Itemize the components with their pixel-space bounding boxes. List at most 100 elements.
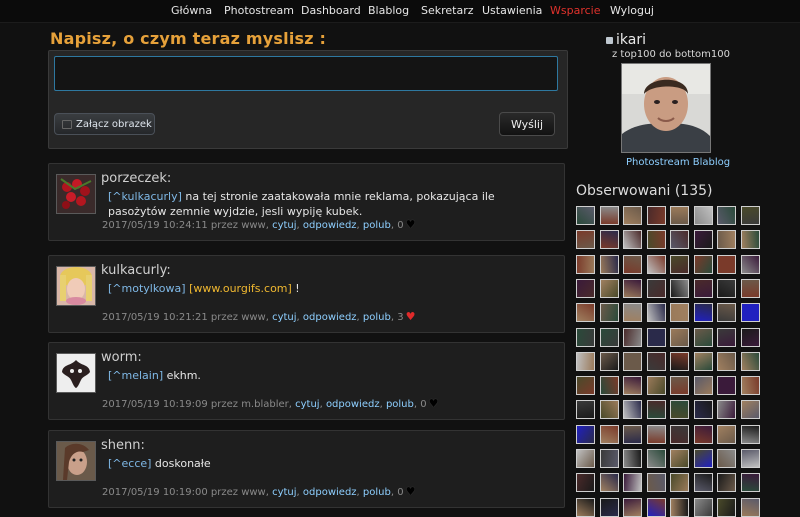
post-mention[interactable]: [^motylkowa] — [108, 282, 186, 295]
followed-user-avatar[interactable] — [599, 400, 619, 420]
nav-wsparcie[interactable]: Wsparcie — [550, 4, 600, 17]
followed-user-avatar[interactable] — [576, 424, 595, 444]
followed-user-avatar[interactable] — [646, 400, 666, 420]
followed-user-avatar[interactable] — [693, 376, 713, 396]
followed-user-avatar[interactable] — [599, 473, 619, 493]
followed-user-avatar[interactable] — [740, 303, 760, 323]
attach-image-button[interactable]: Załącz obrazek — [54, 113, 155, 135]
followed-user-avatar[interactable] — [599, 254, 619, 274]
post-mention[interactable]: [^kulkacurly] — [108, 190, 182, 203]
nav-glowna[interactable]: Główna — [171, 4, 212, 17]
followed-user-avatar[interactable] — [670, 327, 689, 347]
followed-user-avatar[interactable] — [646, 449, 666, 468]
followed-user-avatar[interactable] — [623, 351, 642, 371]
heart-icon[interactable]: ♥ — [406, 310, 416, 323]
followed-user-avatar[interactable] — [717, 351, 736, 371]
followed-user-avatar[interactable] — [623, 424, 642, 444]
post-author[interactable]: shenn: — [101, 438, 145, 453]
followed-user-avatar[interactable] — [693, 400, 713, 420]
followed-user-avatar[interactable] — [717, 254, 736, 274]
followed-user-avatar[interactable] — [717, 206, 736, 225]
followed-user-avatar[interactable] — [623, 303, 642, 323]
status-textarea[interactable] — [54, 56, 558, 91]
odpowiedz-link[interactable]: odpowiedz — [326, 399, 380, 410]
followed-user-avatar[interactable] — [693, 303, 713, 323]
followed-user-avatar[interactable] — [740, 206, 760, 225]
followed-user-avatar[interactable] — [599, 449, 619, 468]
followed-user-avatar[interactable] — [623, 376, 642, 396]
followed-user-avatar[interactable] — [576, 351, 595, 371]
followed-user-avatar[interactable] — [740, 230, 760, 250]
photostream-link[interactable]: Photostream — [626, 157, 690, 168]
cytuj-link[interactable]: cytuj — [272, 312, 296, 323]
followed-user-avatar[interactable] — [670, 449, 689, 468]
post-link[interactable]: [www.ourgifs.com] — [189, 282, 292, 295]
post-author[interactable]: porzeczek: — [101, 171, 171, 186]
followed-user-avatar[interactable] — [693, 351, 713, 371]
followed-user-avatar[interactable] — [740, 327, 760, 347]
followed-user-avatar[interactable] — [599, 206, 619, 225]
followed-user-avatar[interactable] — [646, 376, 666, 396]
heart-icon[interactable]: ♥ — [429, 397, 439, 410]
followed-user-avatar[interactable] — [623, 230, 642, 250]
cytuj-link[interactable]: cytuj — [295, 399, 319, 410]
followed-user-avatar[interactable] — [646, 351, 666, 371]
odpowiedz-link[interactable]: odpowiedz — [303, 220, 357, 231]
followed-user-avatar[interactable] — [740, 473, 760, 493]
followed-user-avatar[interactable] — [740, 254, 760, 274]
followed-user-avatar[interactable] — [599, 351, 619, 371]
followed-user-avatar[interactable] — [670, 473, 689, 493]
heart-icon[interactable]: ♥ — [406, 485, 416, 498]
followed-user-avatar[interactable] — [623, 327, 642, 347]
profile-photo[interactable] — [621, 63, 711, 153]
followed-user-avatar[interactable] — [670, 278, 689, 298]
followed-user-avatar[interactable] — [693, 206, 713, 225]
followed-user-avatar[interactable] — [717, 473, 736, 493]
followed-user-avatar[interactable] — [646, 278, 666, 298]
followed-user-avatar[interactable] — [623, 400, 642, 420]
followed-user-avatar[interactable] — [623, 254, 642, 274]
polub-link[interactable]: polub — [363, 312, 391, 323]
followed-user-avatar[interactable] — [670, 376, 689, 396]
followed-user-avatar[interactable] — [717, 449, 736, 468]
avatar[interactable] — [56, 266, 96, 306]
profile-username[interactable]: ikari — [606, 32, 726, 48]
followed-user-avatar[interactable] — [670, 206, 689, 225]
followed-user-avatar[interactable] — [599, 376, 619, 396]
followed-user-avatar[interactable] — [717, 230, 736, 250]
followed-user-avatar[interactable] — [576, 327, 595, 347]
followed-user-avatar[interactable] — [646, 424, 666, 444]
nav-wyloguj[interactable]: Wyloguj — [610, 4, 654, 17]
followed-user-avatar[interactable] — [646, 254, 666, 274]
followed-user-avatar[interactable] — [740, 376, 760, 396]
followed-user-avatar[interactable] — [623, 473, 642, 493]
followed-user-avatar[interactable] — [576, 303, 595, 323]
followed-user-avatar[interactable] — [670, 230, 689, 250]
followed-user-avatar[interactable] — [693, 327, 713, 347]
followed-user-avatar[interactable] — [717, 303, 736, 323]
blablog-link[interactable]: Blablog — [693, 157, 730, 168]
post-author[interactable]: worm: — [101, 350, 142, 365]
followed-user-avatar[interactable] — [623, 449, 642, 468]
cytuj-link[interactable]: cytuj — [272, 487, 296, 498]
polub-link[interactable]: polub — [386, 399, 414, 410]
nav-dashboard[interactable]: Dashboard — [301, 4, 361, 17]
followed-user-avatar[interactable] — [646, 327, 666, 347]
followed-user-avatar[interactable] — [670, 303, 689, 323]
avatar[interactable] — [56, 174, 96, 214]
followed-user-avatar[interactable] — [576, 278, 595, 298]
followed-user-avatar[interactable] — [740, 424, 760, 444]
followed-user-avatar[interactable] — [623, 206, 642, 225]
followed-user-avatar[interactable] — [693, 424, 713, 444]
followed-user-avatar[interactable] — [599, 327, 619, 347]
polub-link[interactable]: polub — [363, 220, 391, 231]
followed-user-avatar[interactable] — [576, 400, 595, 420]
followed-user-avatar[interactable] — [623, 278, 642, 298]
followed-user-avatar[interactable] — [646, 206, 666, 225]
followed-user-avatar[interactable] — [576, 206, 595, 225]
followed-user-avatar[interactable] — [646, 303, 666, 323]
followed-user-avatar[interactable] — [693, 254, 713, 274]
followed-user-avatar[interactable] — [646, 230, 666, 250]
followed-user-avatar[interactable] — [576, 230, 595, 250]
followed-user-avatar[interactable] — [717, 278, 736, 298]
